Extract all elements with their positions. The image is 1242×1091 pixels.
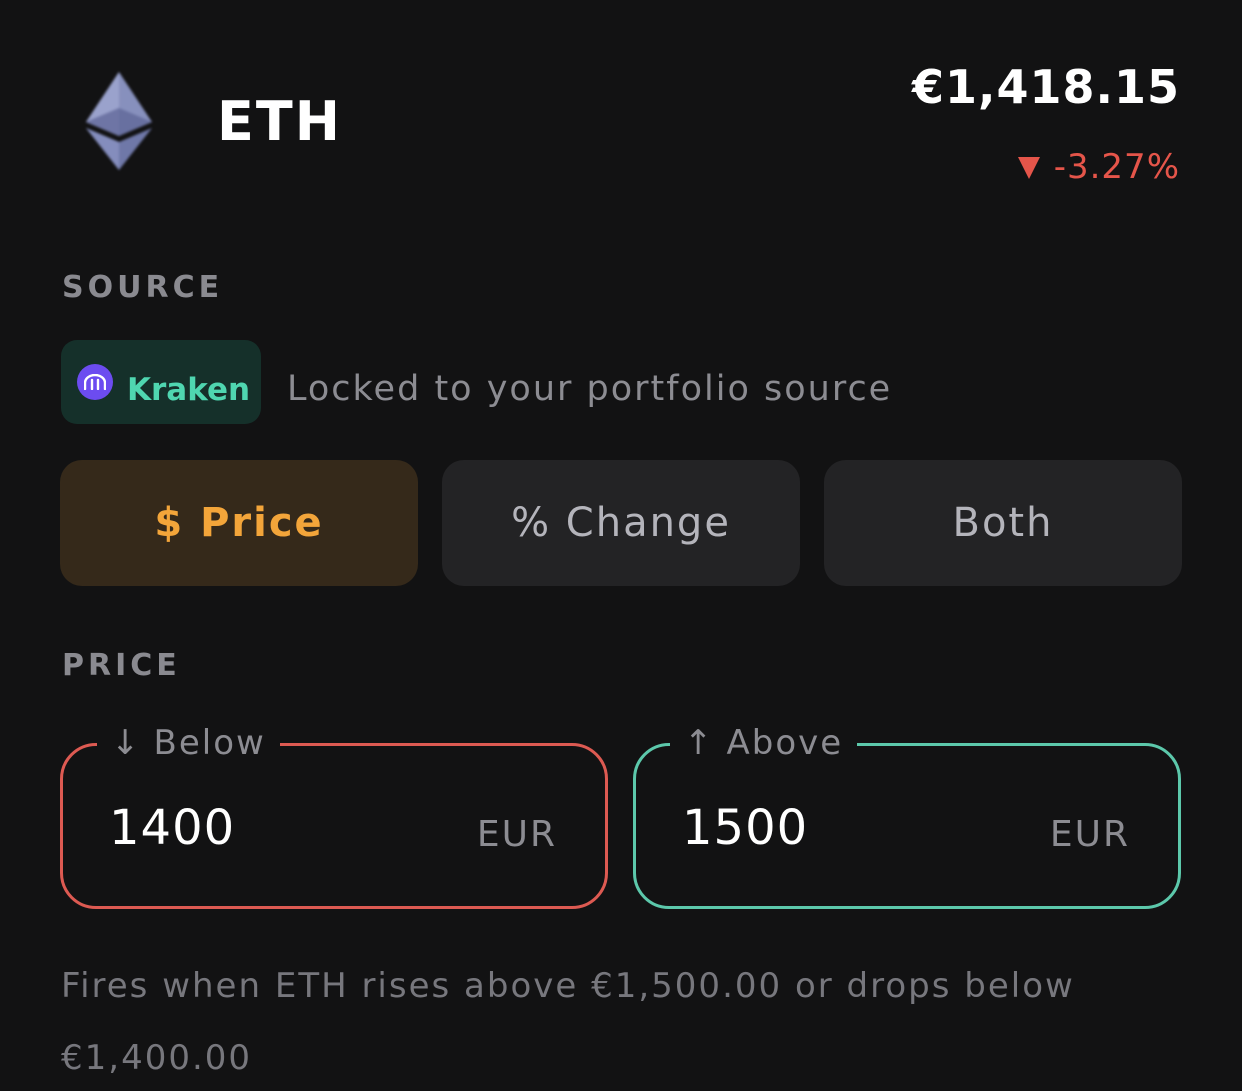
- kraken-icon: [77, 364, 113, 400]
- price-change-value: -3.27%: [1053, 147, 1180, 187]
- current-price: €1,418.15: [912, 60, 1180, 114]
- mode-both-button[interactable]: Both: [824, 460, 1182, 586]
- ethereum-icon: [86, 72, 152, 170]
- arrow-up-icon: ↑: [684, 723, 715, 763]
- above-field-label: ↑ Above: [670, 720, 858, 766]
- source-section-label: SOURCE: [62, 270, 224, 305]
- below-field-label: ↓ Below: [97, 720, 280, 766]
- source-name: Kraken: [127, 372, 251, 408]
- above-price-input[interactable]: [682, 798, 982, 858]
- below-currency-unit: EUR: [476, 814, 557, 855]
- below-price-input[interactable]: [109, 798, 409, 858]
- coin-symbol: ETH: [217, 90, 342, 153]
- below-price-field[interactable]: ↓ Below EUR: [60, 720, 608, 909]
- down-triangle-icon: [1017, 157, 1040, 179]
- above-currency-unit: EUR: [1049, 814, 1130, 855]
- source-chip: Kraken: [61, 340, 261, 424]
- alert-summary: Fires when ETH rises above €1,500.00 or …: [61, 966, 1075, 1078]
- arrow-down-icon: ↓: [111, 723, 142, 763]
- source-note: Locked to your portfolio source: [287, 369, 893, 409]
- above-label-text: Above: [726, 723, 844, 763]
- price-change: -3.27%: [1017, 144, 1180, 190]
- below-label-text: Below: [153, 723, 266, 763]
- mode-change-button[interactable]: % Change: [442, 460, 800, 586]
- above-price-field[interactable]: ↑ Above EUR: [633, 720, 1181, 909]
- mode-price-button[interactable]: $ Price: [60, 460, 418, 586]
- price-alert-screen: ETH €1,418.15 -3.27% SOURCE Kraken Locke…: [0, 0, 1242, 1091]
- price-section-label: PRICE: [62, 648, 181, 683]
